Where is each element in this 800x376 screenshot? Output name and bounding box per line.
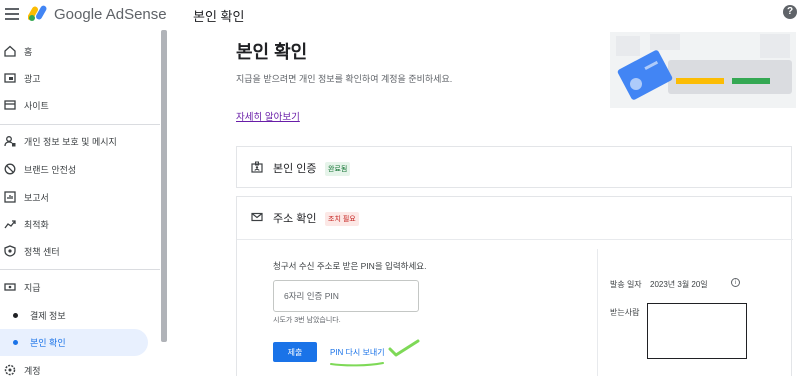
sidebar-item-verification[interactable]: 본인 확인 [0,329,148,356]
sidebar-item-label: 정책 센터 [24,246,60,257]
reports-icon [4,191,16,203]
home-icon [4,45,16,57]
sidebar-divider [0,269,160,270]
brand-product: AdSense [105,6,167,23]
submit-button[interactable]: 제출 [273,342,317,362]
pin-input[interactable] [273,280,419,312]
account-icon [4,364,16,376]
ads-icon [4,73,16,83]
sidebar-divider [0,124,160,125]
sidebar-item-label: 사이트 [24,100,49,111]
sidebar-item-reports[interactable]: 보고서 [0,185,160,209]
sidebar-item-label: 개인 정보 보호 및 메시지 [24,136,117,147]
header-page-title: 본인 확인 [193,9,245,24]
sent-date-label: 발송 일자 [610,280,642,289]
sidebar-item-label: 홈 [24,46,33,57]
menu-icon[interactable] [5,8,19,20]
identity-card-title: 본인 인증 [273,163,317,175]
resend-pin-link[interactable]: PIN 다시 보내기 [330,347,385,358]
sidebar-item-policy-center[interactable]: 정책 센터 [0,239,160,263]
nav-bullet [13,340,18,345]
sidebar-item-home[interactable]: 홈 [0,39,160,63]
sidebar-item-payments[interactable]: 지급 [0,275,160,299]
sidebar-item-account[interactable]: 계정 [0,358,160,376]
card-divider [237,239,793,240]
nav-bullet [13,312,18,318]
sidebar-item-sites[interactable]: 사이트 [0,93,160,117]
sidebar-item-label: 본인 확인 [30,338,66,348]
adsense-logo-icon [28,5,47,21]
sidebar-item-payment-info[interactable]: 결제 정보 [0,303,160,327]
recipient-label: 받는사람 [610,308,640,317]
sites-icon [4,100,16,110]
payments-icon [4,283,16,291]
verification-illustration [610,32,796,108]
sidebar-item-label: 지급 [24,282,41,293]
attempts-remaining-hint: 시도가 3번 남았습니다. [273,317,341,324]
address-verification-card: 주소 확인 조치 필요 청구서 수신 주소로 받은 PIN을 입력하세요. 시도… [236,196,793,376]
sidebar-item-label: 결제 정보 [30,310,66,321]
info-icon[interactable]: i [731,278,740,287]
sent-date-value: 2023년 3월 20일 [650,280,708,289]
policy-icon [4,245,16,257]
sidebar-item-label: 보고서 [24,192,49,203]
sidebar-item-optimization[interactable]: 최적화 [0,212,160,236]
optimization-icon [4,220,16,229]
brand-google: Google [54,6,103,23]
checkmark-annotation-icon [388,339,420,357]
identity-verification-card[interactable]: 본인 인증 완료됨 [236,146,792,188]
page-title: 본인 확인 [236,42,308,62]
brand-name: Google AdSense [54,6,167,23]
sidebar: 홈 광고 사이트 개인 정보 보호 및 메시지 브랜드 안전성 보고서 최적화 … [0,30,166,376]
block-icon [4,163,16,175]
id-badge-icon [251,161,263,173]
status-badge-action-required: 조치 필요 [325,212,359,226]
status-badge-completed: 완료됨 [325,162,351,176]
mail-icon [251,212,263,222]
sidebar-item-ads[interactable]: 광고 [0,66,160,90]
sidebar-scrollbar[interactable] [161,30,167,342]
learn-more-link[interactable]: 자세히 알아보기 [236,109,300,123]
sidebar-item-label: 광고 [24,73,41,84]
address-card-title: 주소 확인 [273,213,317,225]
sidebar-item-privacy[interactable]: 개인 정보 보호 및 메시지 [0,129,160,153]
sidebar-item-label: 최적화 [24,219,49,230]
column-divider [597,249,598,376]
sidebar-item-label: 브랜드 안전성 [24,164,77,175]
sidebar-item-label: 계정 [24,365,41,376]
redacted-recipient-box [647,303,747,359]
page-description: 지급을 받으려면 개인 정보를 확인하여 계정을 준비하세요. [236,74,453,84]
privacy-icon [4,136,16,147]
top-bar: Google AdSense 본인 확인 ? [0,0,800,30]
underline-annotation [330,362,384,367]
help-icon[interactable]: ? [783,5,797,19]
sidebar-item-brand-safety[interactable]: 브랜드 안전성 [0,157,160,181]
pin-instruction: 청구서 수신 주소로 받은 PIN을 입력하세요. [273,261,427,271]
